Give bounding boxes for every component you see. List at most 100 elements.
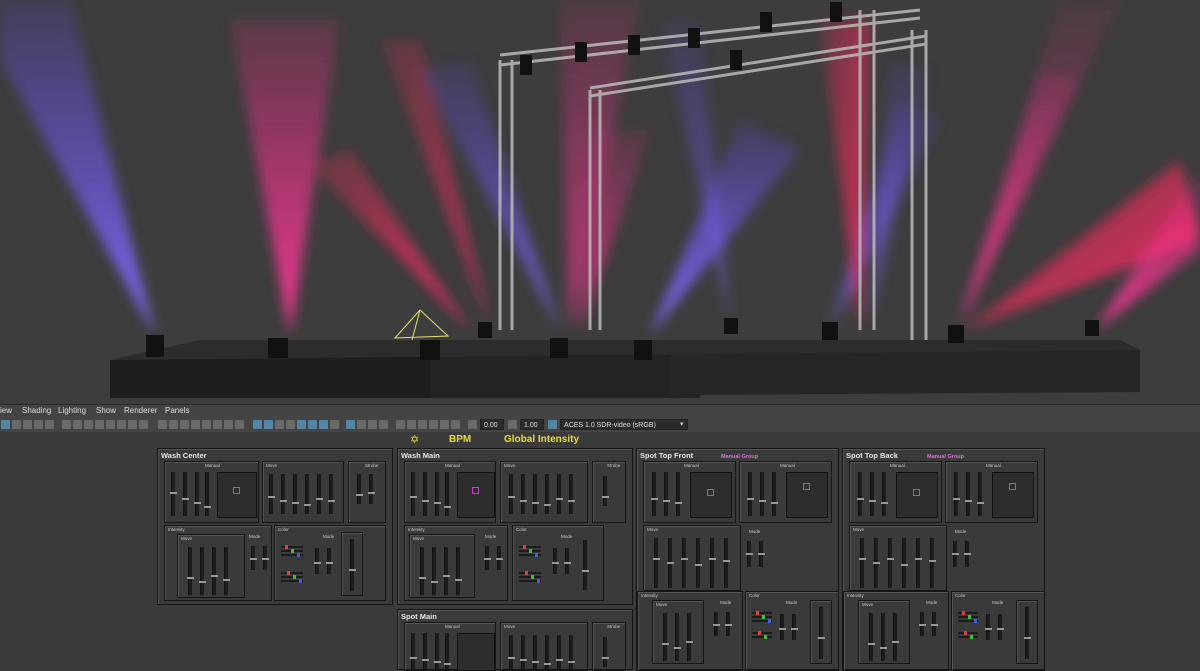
fader-slider[interactable] bbox=[532, 474, 539, 514]
fader-slider[interactable] bbox=[508, 474, 515, 514]
color-channel-knob[interactable] bbox=[762, 615, 765, 619]
fader-slider[interactable] bbox=[250, 546, 257, 570]
fader-slider[interactable] bbox=[182, 472, 189, 516]
color-channel-slider[interactable] bbox=[958, 631, 978, 635]
fader-slider[interactable] bbox=[434, 472, 441, 516]
color-channel-knob[interactable] bbox=[764, 635, 767, 639]
fader-knob[interactable] bbox=[556, 659, 563, 661]
fader-knob[interactable] bbox=[953, 498, 960, 500]
gate-mask-icon[interactable] bbox=[84, 420, 93, 429]
hud-icon[interactable] bbox=[346, 420, 355, 429]
color-channel-knob[interactable] bbox=[962, 611, 965, 615]
overlay-icon[interactable] bbox=[418, 420, 427, 429]
fader-slider[interactable] bbox=[964, 541, 971, 567]
manual-group-label[interactable]: Manual Group bbox=[721, 454, 758, 460]
color-channel-slider[interactable] bbox=[519, 579, 541, 583]
fader-knob[interactable] bbox=[857, 498, 864, 500]
depth-of-field-icon[interactable] bbox=[308, 420, 317, 429]
fader-slider[interactable] bbox=[556, 635, 563, 669]
fader-slider[interactable] bbox=[887, 538, 894, 588]
fader-knob[interactable] bbox=[223, 579, 230, 581]
fader-knob[interactable] bbox=[187, 577, 194, 579]
fader-slider[interactable] bbox=[686, 613, 693, 661]
fader-knob[interactable] bbox=[419, 577, 426, 579]
fader-knob[interactable] bbox=[746, 553, 753, 555]
fader-slider[interactable] bbox=[985, 614, 992, 640]
fader-knob[interactable] bbox=[931, 624, 938, 626]
menu-panels[interactable]: Panels bbox=[165, 406, 189, 415]
fader-slider[interactable] bbox=[508, 635, 515, 669]
fader-slider[interactable] bbox=[880, 613, 887, 661]
display-icon[interactable] bbox=[407, 420, 416, 429]
bookmark-icon[interactable] bbox=[23, 420, 32, 429]
fader-slider[interactable] bbox=[709, 538, 716, 588]
manual-group-label[interactable]: Manual Group bbox=[927, 454, 964, 460]
fader-knob[interactable] bbox=[675, 502, 682, 504]
xy-pad[interactable] bbox=[786, 472, 828, 518]
multisample-icon[interactable] bbox=[297, 420, 306, 429]
color-channel-slider[interactable] bbox=[519, 549, 541, 553]
color-channel-slider[interactable] bbox=[281, 579, 303, 583]
fader-slider[interactable] bbox=[758, 541, 765, 567]
menu-lighting[interactable]: Lighting bbox=[58, 406, 86, 415]
fader-knob[interactable] bbox=[985, 628, 992, 630]
fader-slider[interactable] bbox=[410, 633, 417, 669]
fader-slider[interactable] bbox=[997, 614, 1004, 640]
fader-knob[interactable] bbox=[771, 502, 778, 504]
color-channel-slider[interactable] bbox=[519, 571, 541, 575]
stereo-icon[interactable] bbox=[429, 420, 438, 429]
fader-slider[interactable] bbox=[881, 472, 888, 516]
fader-knob[interactable] bbox=[443, 575, 450, 577]
fader-slider[interactable] bbox=[304, 474, 311, 514]
fader-knob[interactable] bbox=[544, 663, 551, 665]
fader-knob[interactable] bbox=[695, 564, 702, 566]
fader-slider[interactable] bbox=[280, 474, 287, 514]
fader-slider[interactable] bbox=[532, 635, 539, 669]
fader-slider[interactable] bbox=[422, 472, 429, 516]
film-gate-icon[interactable] bbox=[62, 420, 71, 429]
fader-slider[interactable] bbox=[653, 538, 660, 588]
fader-knob[interactable] bbox=[292, 502, 299, 504]
color-channel-knob[interactable] bbox=[525, 571, 528, 575]
fader-slider[interactable] bbox=[929, 538, 936, 588]
fader-knob[interactable] bbox=[873, 562, 880, 564]
fader-knob[interactable] bbox=[444, 506, 451, 508]
fader-knob[interactable] bbox=[901, 564, 908, 566]
fader-knob[interactable] bbox=[268, 496, 275, 498]
color-channel-knob[interactable] bbox=[758, 631, 761, 635]
deselect-icon[interactable] bbox=[451, 420, 460, 429]
fader-slider[interactable] bbox=[859, 538, 866, 588]
fader-slider[interactable] bbox=[434, 633, 441, 669]
fader-slider[interactable] bbox=[868, 613, 875, 661]
fader-knob[interactable] bbox=[758, 553, 765, 555]
color-channel-slider[interactable] bbox=[958, 619, 978, 623]
color-channel-slider[interactable] bbox=[752, 611, 772, 615]
color-channel-slider[interactable] bbox=[752, 631, 772, 635]
fader-knob[interactable] bbox=[952, 553, 959, 555]
motion-blur-icon[interactable] bbox=[286, 420, 295, 429]
fader-knob[interactable] bbox=[211, 575, 218, 577]
grease-pencil-icon[interactable] bbox=[379, 420, 388, 429]
xy-pad[interactable] bbox=[217, 472, 257, 518]
fader-knob[interactable] bbox=[508, 496, 515, 498]
gamma-icon[interactable] bbox=[508, 420, 517, 429]
wireframe-on-shaded-icon[interactable] bbox=[180, 420, 189, 429]
ambient-occlusion-icon[interactable] bbox=[275, 420, 284, 429]
select-camera-icon[interactable] bbox=[1, 420, 10, 429]
fader-slider[interactable] bbox=[746, 541, 753, 567]
image-plane-icon[interactable] bbox=[34, 420, 43, 429]
fader-slider[interactable] bbox=[695, 538, 702, 588]
fader-slider[interactable] bbox=[328, 474, 335, 514]
menu-renderer[interactable]: Renderer bbox=[124, 406, 157, 415]
fader-knob[interactable] bbox=[556, 498, 563, 500]
color-channel-slider[interactable] bbox=[958, 611, 978, 615]
fader-knob[interactable] bbox=[881, 502, 888, 504]
fader-knob[interactable] bbox=[304, 504, 311, 506]
safe-region-icon[interactable] bbox=[128, 420, 137, 429]
fader-slider[interactable] bbox=[484, 546, 491, 570]
fader-knob[interactable] bbox=[199, 581, 206, 583]
fader-slider[interactable] bbox=[520, 635, 527, 669]
gamma-field[interactable]: 1.00 bbox=[520, 419, 544, 430]
xray-joints-icon[interactable] bbox=[235, 420, 244, 429]
frame-icon[interactable] bbox=[440, 420, 449, 429]
